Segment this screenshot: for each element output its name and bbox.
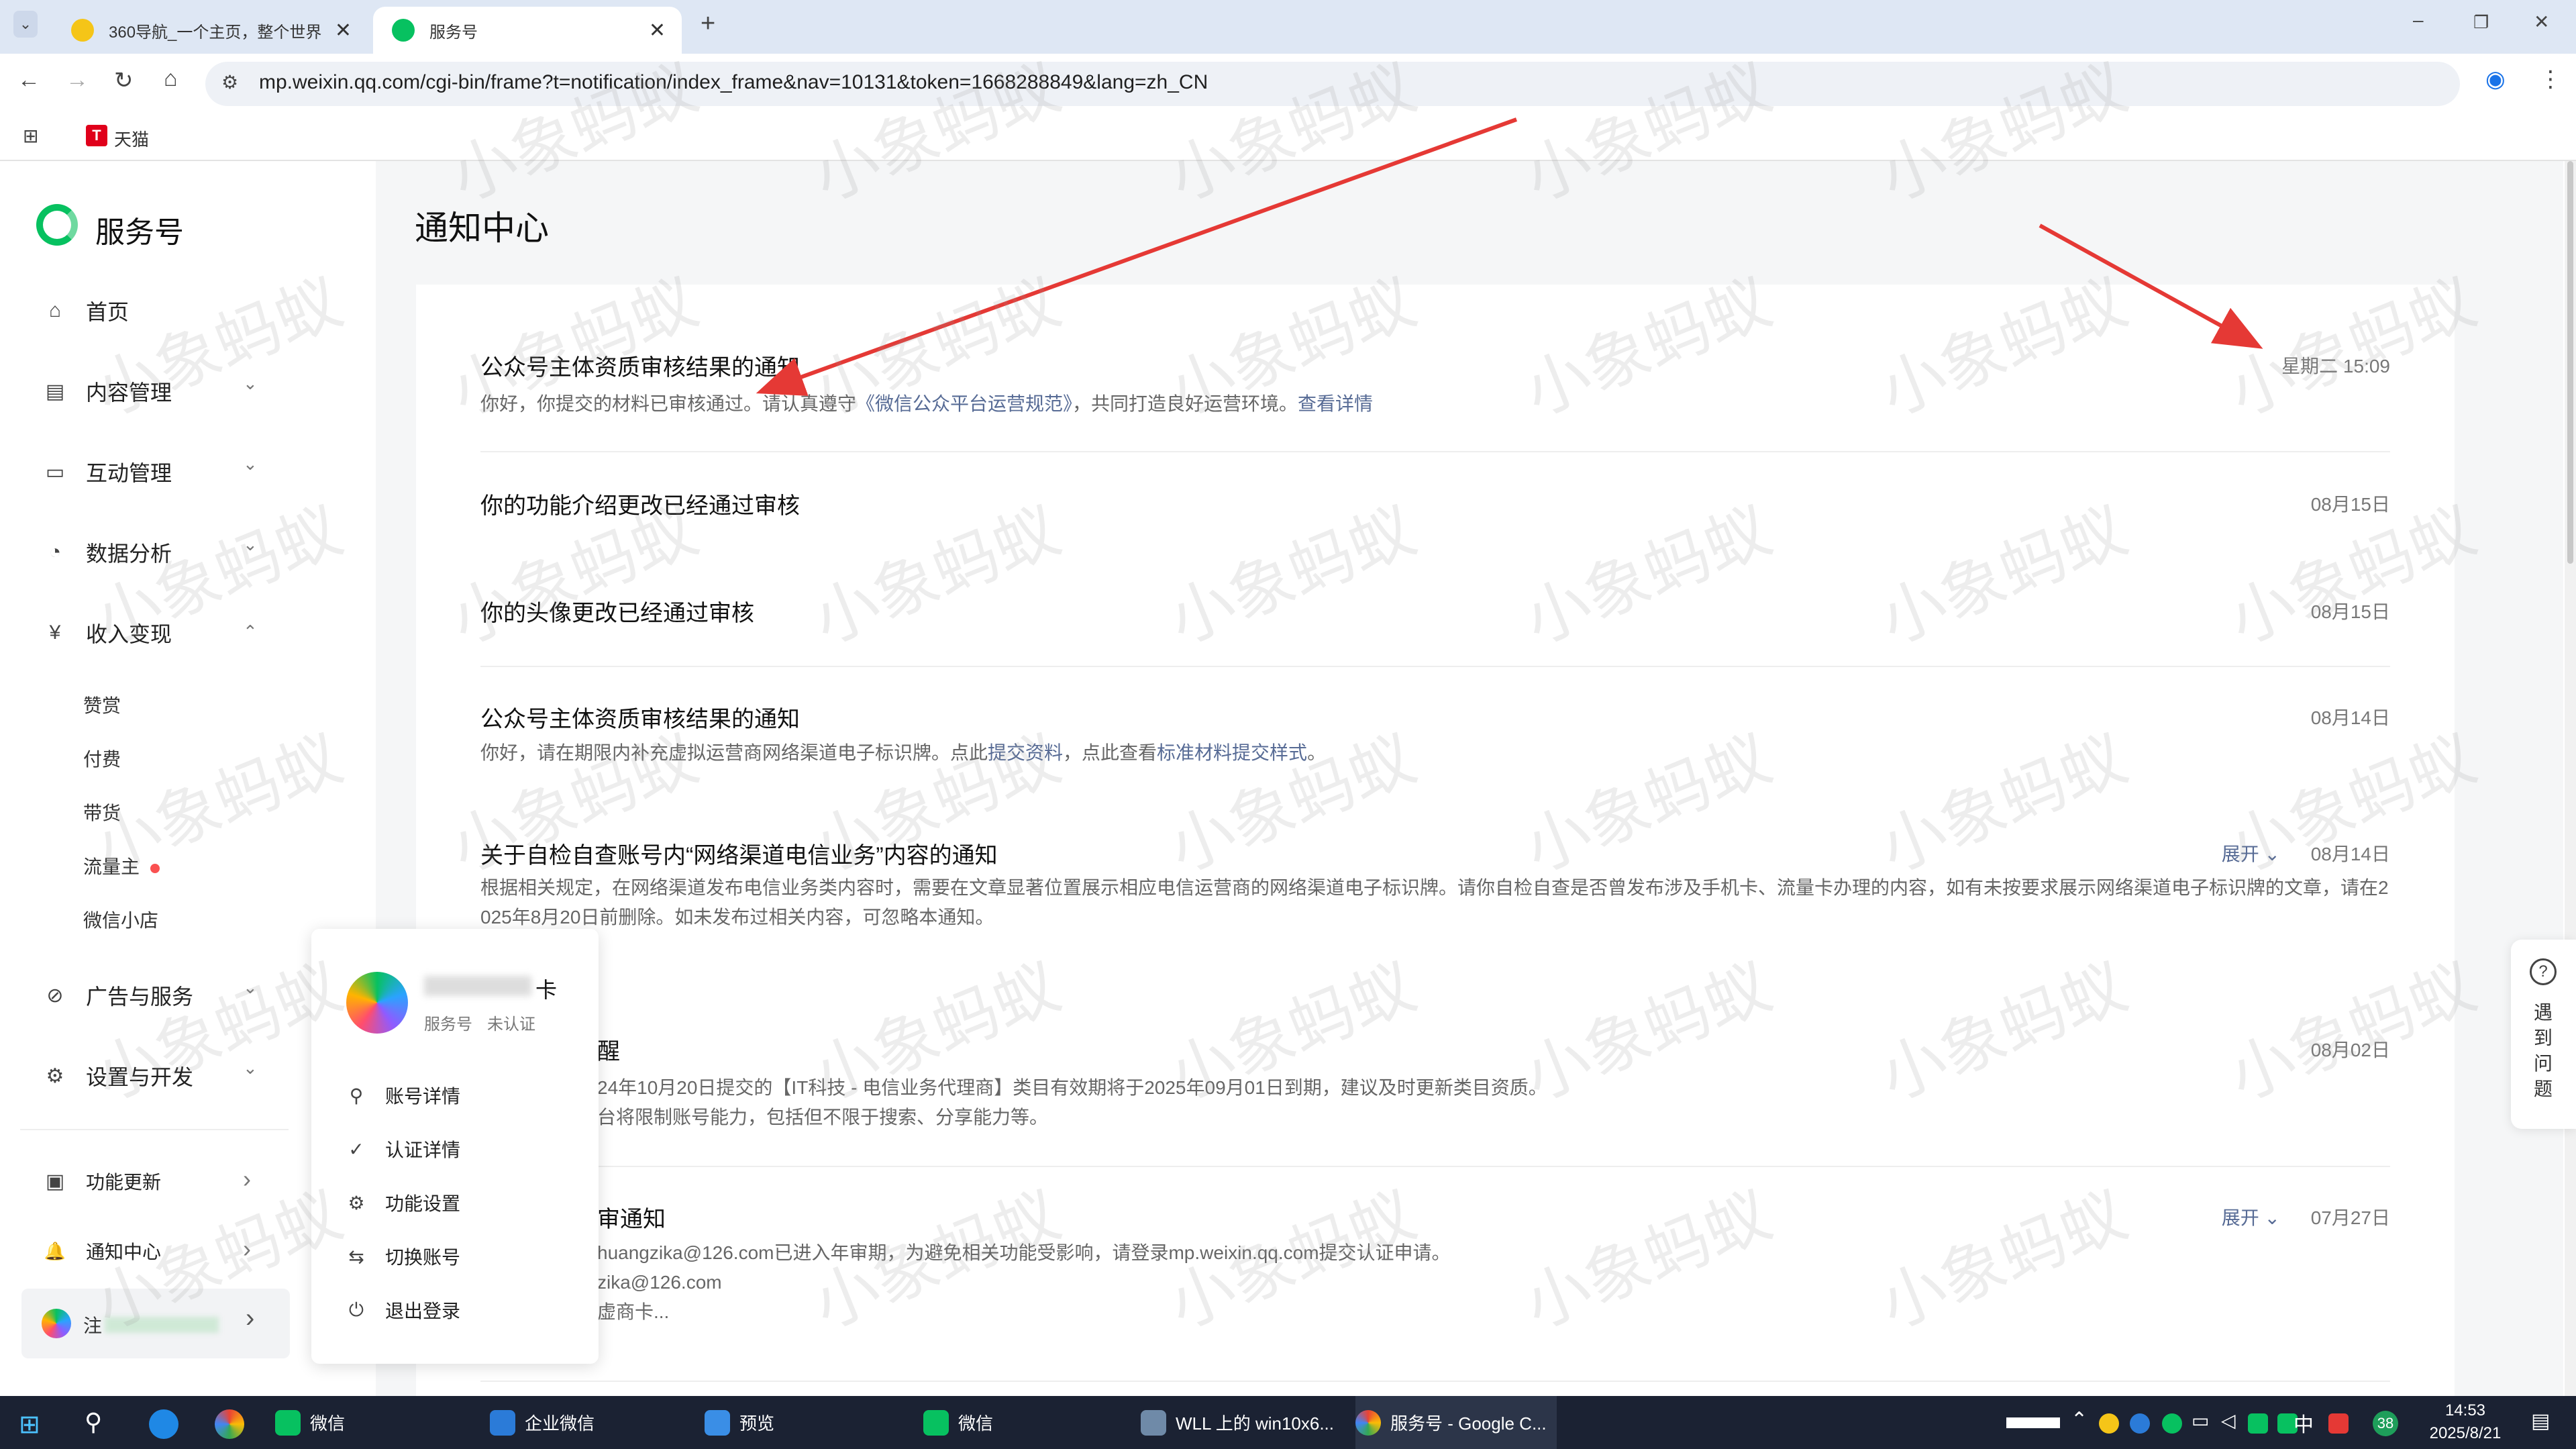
taskbar-app-label: 预览 [739, 1413, 775, 1434]
remote-desktop-icon [1141, 1409, 1166, 1436]
tray-green-icon[interactable] [2162, 1413, 2182, 1434]
taskbar-app-wechat[interactable]: 微信 [923, 1396, 1131, 1449]
notification-center-icon[interactable]: ▤ [2531, 1409, 2550, 1433]
taskbar-app-remote[interactable]: WLL 上的 win10x6... [1141, 1396, 1349, 1449]
chrome-icon[interactable] [215, 1409, 244, 1439]
annotation-arrow-right [2039, 223, 2263, 349]
tray-chevron-up-icon[interactable]: ⌃ [2071, 1408, 2088, 1432]
taskbar-app-label: 微信 [310, 1413, 346, 1434]
tray-wework-icon[interactable] [2130, 1413, 2150, 1434]
volume-icon[interactable]: ◁ [2221, 1409, 2236, 1432]
windows-start-icon[interactable]: ⊞ [19, 1409, 40, 1440]
annotation-arrow-left [756, 117, 1518, 396]
taskbar-app-label: 企业微信 [525, 1413, 595, 1434]
tray-360-icon[interactable] [2099, 1413, 2119, 1434]
tray-wechat-icon[interactable] [2248, 1413, 2268, 1434]
taskbar-app-chrome[interactable]: 服务号 - Google C... [1355, 1396, 1557, 1449]
clock-date[interactable]: 2025/8/21 [2418, 1424, 2512, 1443]
search-icon[interactable]: ⚲ [85, 1408, 102, 1436]
taskbar: ⊞ ⚲ 微信 企业微信 预览 微信 WLL 上的 win10x6... 服务号 … [0, 1396, 2576, 1449]
annotation-arrows [756, 117, 2263, 396]
taskbar-app-label: 微信 [958, 1413, 994, 1434]
taskbar-app-preview[interactable]: 预览 [705, 1396, 913, 1449]
preview-icon [705, 1409, 730, 1436]
network-icon[interactable]: ▭ [2192, 1409, 2209, 1432]
wechat-icon [275, 1409, 301, 1436]
wechat-icon [923, 1409, 949, 1436]
ime-indicator[interactable]: 中 [2294, 1408, 2314, 1438]
tray-sogou-icon[interactable] [2328, 1413, 2349, 1434]
taskbar-app-wechat[interactable]: 微信 [275, 1396, 483, 1449]
tray-badge[interactable]: 38 [2373, 1411, 2398, 1436]
chrome-icon [1355, 1409, 1381, 1436]
taskbar-app-wework[interactable]: 企业微信 [490, 1396, 698, 1449]
wework-icon [490, 1409, 515, 1436]
tray-blank [2006, 1417, 2060, 1428]
taskbar-app-label: WLL 上的 win10x6... [1176, 1413, 1335, 1434]
taskbar-app-label: 服务号 - Google C... [1390, 1413, 1547, 1434]
edge-icon[interactable] [149, 1409, 178, 1439]
clock-time[interactable]: 14:53 [2418, 1401, 2512, 1420]
